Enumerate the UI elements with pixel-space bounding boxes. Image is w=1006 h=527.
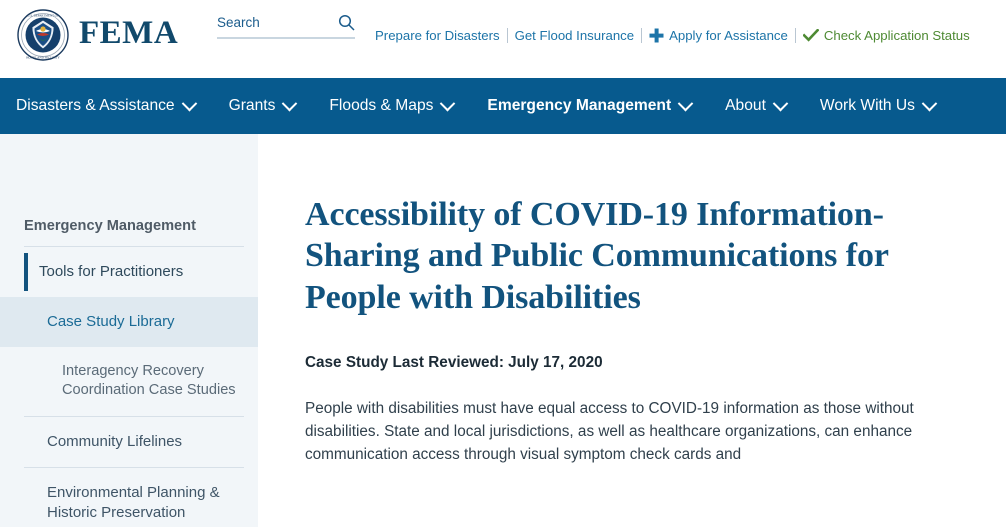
nav-item-disasters-assistance[interactable]: Disasters & Assistance — [16, 95, 213, 115]
nav-item-label: About — [725, 97, 766, 114]
sidebar-item-label: Interagency Recovery Coordination Case S… — [62, 362, 236, 399]
sidebar-item-community-lifelines[interactable]: Community Lifelines — [0, 417, 258, 467]
nav-item-work-with-us[interactable]: Work With Us — [819, 95, 953, 115]
sidebar-item-tools-for-practitioners[interactable]: Tools for Practitioners — [0, 247, 258, 297]
utility-item-check-application-status[interactable]: Check Application Status — [796, 28, 977, 43]
nav-item-grants[interactable]: Grants — [228, 95, 314, 115]
chevron-down-icon — [677, 95, 694, 111]
nav-item-label: Floods & Maps — [329, 97, 434, 114]
nav-item-floods-maps[interactable]: Floods & Maps — [329, 95, 471, 115]
search-icon[interactable] — [338, 14, 355, 31]
sidebar-navigation: Emergency Management Tools for Practitio… — [0, 134, 258, 527]
chevron-down-icon — [181, 95, 197, 111]
chevron-down-icon — [921, 95, 938, 111]
brand-title: FEMA — [79, 14, 179, 51]
utility-nav: Prepare for Disasters Get Flood Insuranc… — [375, 28, 977, 43]
chevron-down-icon — [440, 95, 456, 111]
page-body: Emergency Management Tools for Practitio… — [0, 134, 1006, 527]
main-content: Accessibility of COVID-19 Information-Sh… — [258, 134, 1006, 527]
utility-link-get-flood-insurance[interactable]: Get Flood Insurance — [508, 28, 642, 43]
chevron-down-icon — [772, 95, 789, 111]
nav-item-emergency-management[interactable]: Emergency Management — [487, 95, 709, 115]
nav-item-label: Work With Us — [819, 97, 915, 114]
sidebar-item-case-study-library[interactable]: Case Study Library — [0, 296, 258, 347]
main-navigation: Disasters & Assistance Grants Floods & M… — [0, 78, 1006, 134]
fema-brand-logo[interactable]: U.S. DEPARTMENT OF HOMELAND SECURITY FEM… — [0, 0, 178, 62]
svg-text:HOMELAND SECURITY: HOMELAND SECURITY — [26, 56, 60, 60]
sidebar-item-label: Community Lifelines — [47, 432, 183, 450]
site-header: U.S. DEPARTMENT OF HOMELAND SECURITY FEM… — [0, 0, 1006, 78]
check-icon — [802, 28, 820, 42]
utility-item-apply-for-assistance[interactable]: Apply for Assistance — [642, 28, 795, 43]
svg-text:U.S. DEPARTMENT OF: U.S. DEPARTMENT OF — [27, 14, 59, 18]
sidebar-section-title: Emergency Management — [24, 218, 196, 234]
utility-link-prepare-for-disasters[interactable]: Prepare for Disasters — [375, 28, 507, 43]
nav-item-label: Grants — [228, 97, 276, 114]
dhs-seal-icon: U.S. DEPARTMENT OF HOMELAND SECURITY — [16, 8, 70, 62]
nav-item-label: Disasters & Assistance — [16, 97, 175, 114]
utility-link-apply-for-assistance[interactable]: Apply for Assistance — [669, 28, 788, 43]
plus-icon — [649, 28, 664, 43]
case-study-last-reviewed: Case Study Last Reviewed: July 17, 2020 — [305, 354, 603, 372]
sidebar-item-environmental-planning-historic-preservation[interactable]: Environmental Planning & Historic Preser… — [0, 468, 258, 527]
search-input[interactable] — [217, 15, 315, 30]
intro-paragraph: People with disabilities must have equal… — [305, 400, 914, 463]
chevron-down-icon — [282, 95, 298, 111]
page-title: Accessibility of COVID-19 Information-Sh… — [305, 196, 889, 316]
sidebar-item-label: Tools for Practitioners — [39, 263, 184, 280]
sidebar-item-interagency-recovery-coordination-case-studies[interactable]: Interagency Recovery Coordination Case S… — [0, 347, 258, 416]
sidebar-item-label: Case Study Library — [47, 312, 175, 330]
utility-link-check-application-status[interactable]: Check Application Status — [824, 28, 970, 43]
sidebar-item-label: Environmental Planning & Historic Preser… — [47, 483, 220, 521]
nav-item-about[interactable]: About — [725, 95, 804, 115]
nav-item-label: Emergency Management — [487, 97, 672, 114]
search-box[interactable] — [217, 14, 355, 39]
